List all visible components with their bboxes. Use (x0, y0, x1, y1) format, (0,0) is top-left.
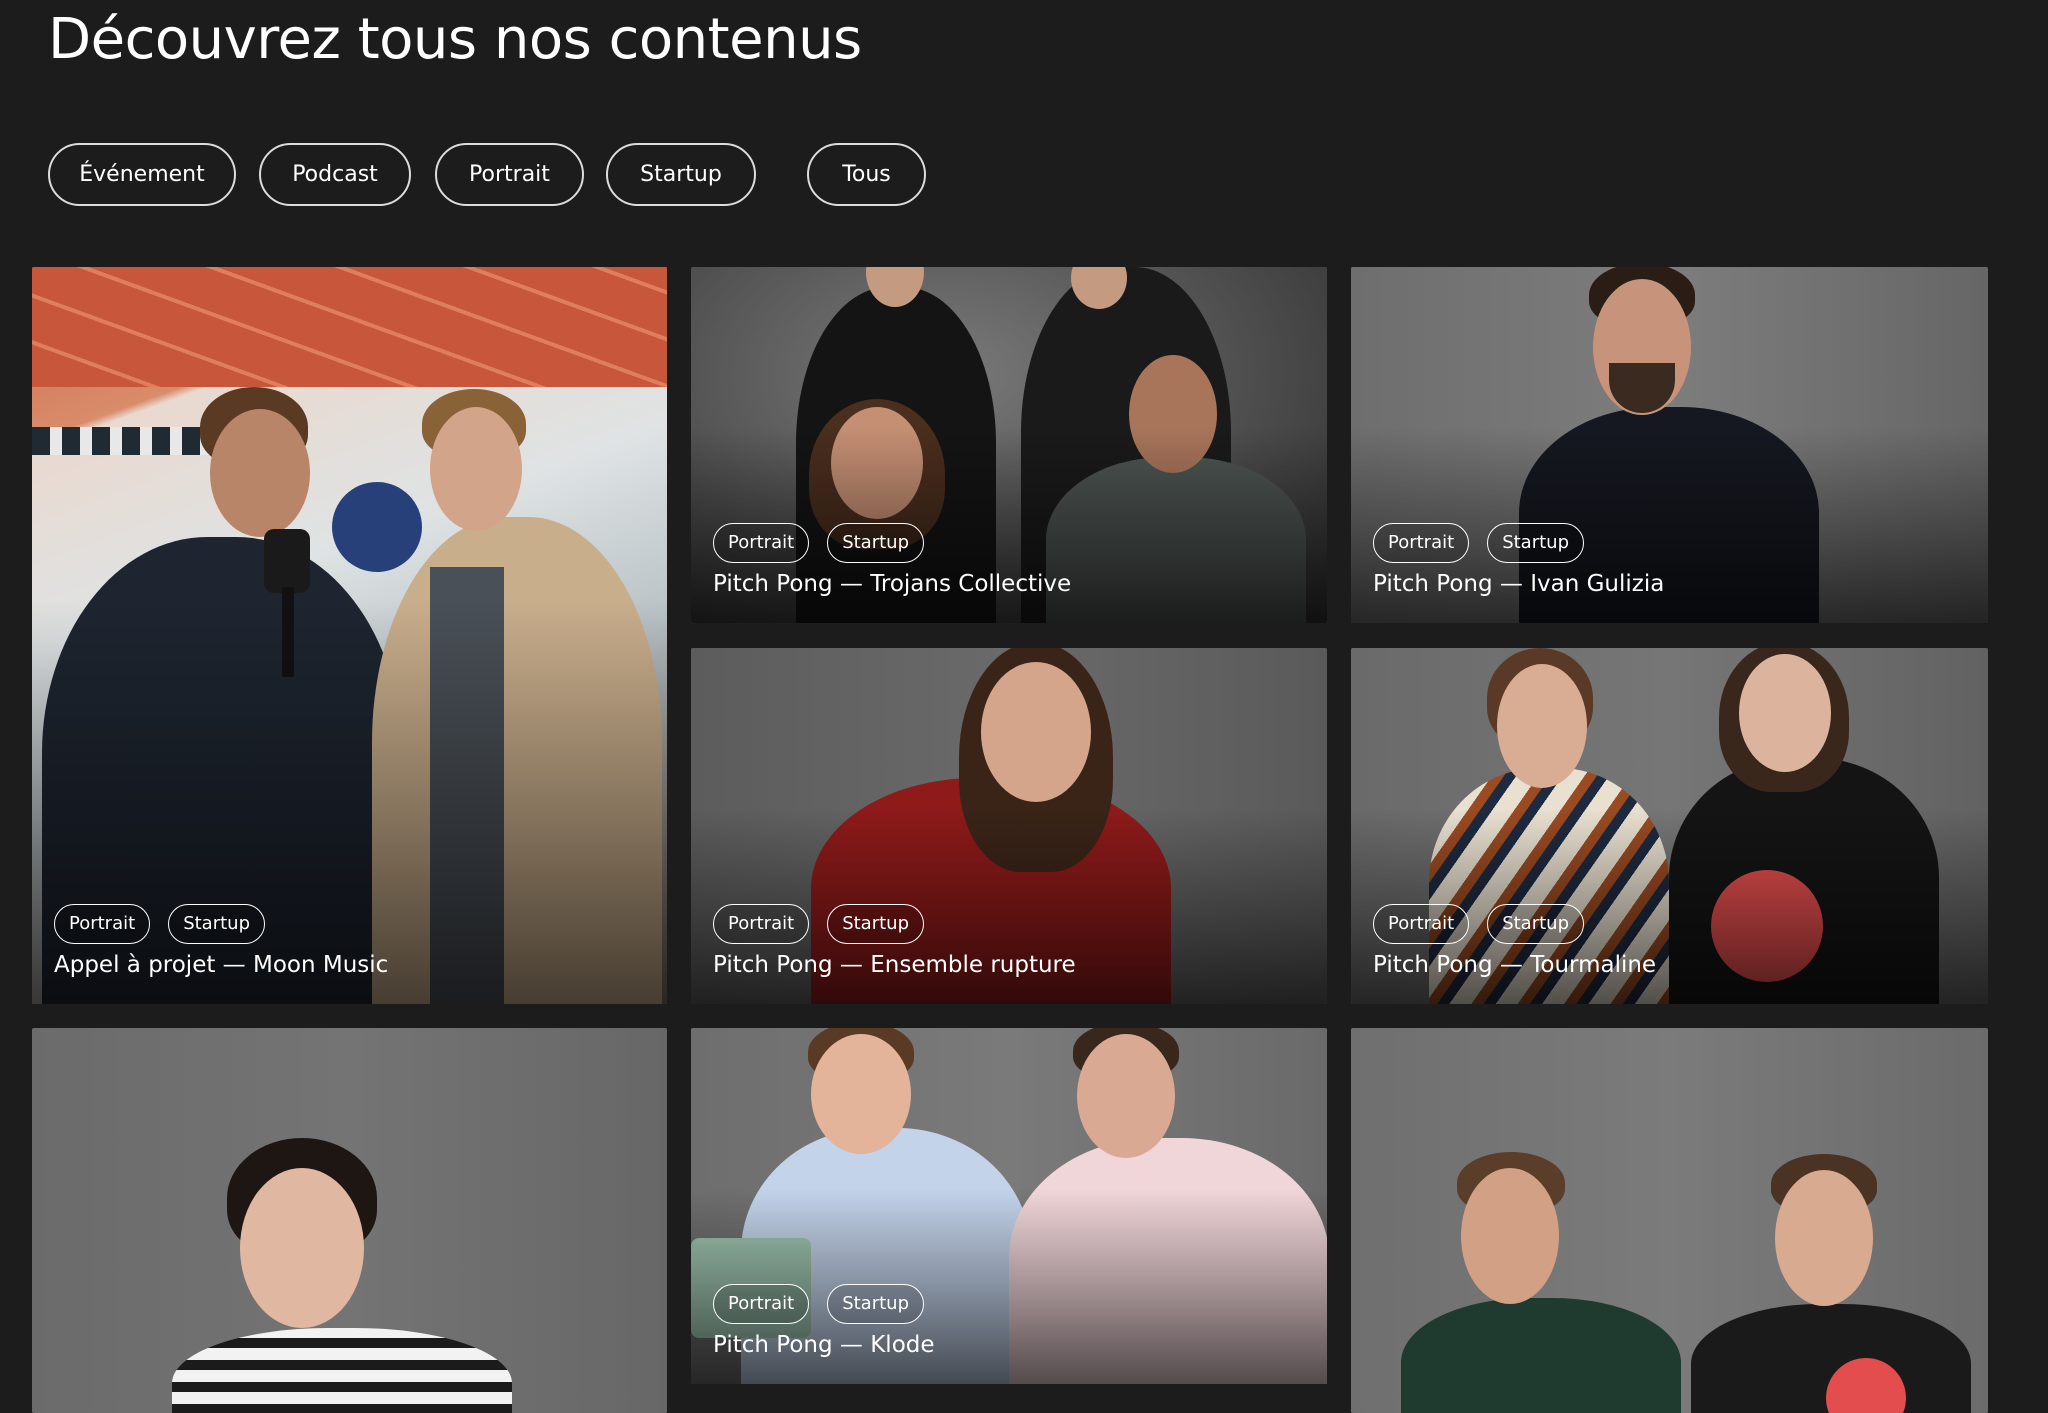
person-right-head (1739, 654, 1831, 772)
tag-startup[interactable]: Startup (1487, 523, 1584, 563)
person-left-head (210, 409, 310, 537)
card-title: Appel à projet — Moon Music (54, 952, 389, 978)
tag-startup[interactable]: Startup (827, 1284, 924, 1324)
ceiling-pattern (32, 267, 667, 387)
person-left-head (811, 1034, 911, 1154)
card-title: Pitch Pong — Trojans Collective (713, 571, 1072, 597)
person-left-head (1461, 1168, 1559, 1304)
content-card[interactable] (1351, 1028, 1988, 1413)
duo-photo (1351, 1028, 1988, 1413)
tag-startup[interactable]: Startup (168, 904, 265, 944)
portrait-photo (32, 1028, 667, 1413)
tag-portrait[interactable]: Portrait (54, 904, 151, 944)
card-tags: Portrait Startup (713, 904, 924, 944)
content-card[interactable]: Portrait Startup Pitch Pong — Klode (691, 1028, 1327, 1384)
card-tags: Portrait Startup (713, 1284, 924, 1324)
card-tags: Portrait Startup (713, 523, 924, 563)
card-tags: Portrait Startup (54, 904, 265, 944)
tag-startup[interactable]: Startup (827, 904, 924, 944)
card-title: Pitch Pong — Klode (713, 1332, 935, 1358)
content-card[interactable]: Portrait Startup Pitch Pong — Ensemble r… (691, 648, 1327, 1004)
page-title: Découvrez tous nos contenus (48, 7, 862, 72)
tag-startup[interactable]: Startup (1487, 904, 1584, 944)
card-title: Pitch Pong — Ensemble rupture (713, 952, 1076, 978)
content-page: Découvrez tous nos contenus Événement Po… (0, 0, 2048, 1413)
person-right-head (1077, 1034, 1175, 1158)
tag-portrait[interactable]: Portrait (713, 1284, 810, 1324)
content-card[interactable]: Portrait Startup Pitch Pong — Ivan Guliz… (1351, 267, 1988, 623)
content-card[interactable]: Portrait Startup Pitch Pong — Trojans Co… (691, 267, 1327, 623)
person-right-head (1775, 1170, 1873, 1306)
person-body (172, 1328, 512, 1413)
filter-tous-button[interactable]: Tous (807, 143, 926, 206)
tag-portrait[interactable]: Portrait (1373, 904, 1470, 944)
tag-portrait[interactable]: Portrait (713, 904, 810, 944)
filter-portrait-button[interactable]: Portrait (435, 143, 584, 206)
card-title: Pitch Pong — Tourmaline (1373, 952, 1657, 978)
filter-evenement-button[interactable]: Événement (48, 143, 236, 206)
sign-circle (332, 482, 422, 572)
microphone (264, 529, 310, 593)
person-head (240, 1168, 364, 1328)
filter-startup-button[interactable]: Startup (606, 143, 756, 206)
content-card[interactable] (32, 1028, 667, 1413)
tag-portrait[interactable]: Portrait (713, 523, 810, 563)
tag-portrait[interactable]: Portrait (1373, 523, 1470, 563)
filter-podcast-button[interactable]: Podcast (259, 143, 411, 206)
tag-startup[interactable]: Startup (827, 523, 924, 563)
content-card[interactable]: Portrait Startup Appel à projet — Moon M… (32, 267, 667, 1004)
content-card[interactable]: Portrait Startup Pitch Pong — Tourmaline (1351, 648, 1988, 1004)
card-tags: Portrait Startup (1373, 904, 1584, 944)
card-title: Pitch Pong — Ivan Gulizia (1373, 571, 1665, 597)
person-right-head (430, 407, 522, 531)
person-left-head (1497, 664, 1587, 788)
person-head (981, 662, 1091, 802)
card-tags: Portrait Startup (1373, 523, 1584, 563)
person-left-body (1401, 1298, 1681, 1413)
